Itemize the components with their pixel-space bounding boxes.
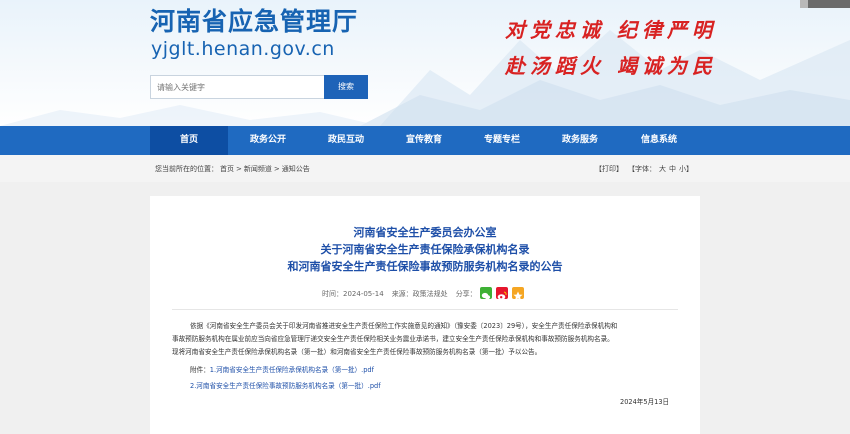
slogan-line-2: 赴汤蹈火 竭诚为民 bbox=[505, 54, 717, 78]
article-date: 2024年5月13日 bbox=[620, 398, 670, 406]
attachment-2-link[interactable]: 2.河南省安全生产责任保险事故预防服务机构名录（第一批）.pdf bbox=[190, 382, 381, 390]
article-time: 时间：2024-05-14 bbox=[322, 290, 384, 298]
article-paragraph-line-3: 现将河南省安全生产责任保险承保机构名录（第一批）和河南省安全生产责任保险事故预防… bbox=[172, 348, 542, 356]
nav-item-systems[interactable]: 信息系统 bbox=[619, 126, 699, 155]
nav-item-interaction[interactable]: 政民互动 bbox=[307, 126, 385, 155]
attachment-2-row: 2.河南省安全生产责任保险事故预防服务机构名录（第一批）.pdf bbox=[190, 380, 381, 390]
site-domain: yjglt.henan.gov.cn bbox=[151, 38, 335, 60]
breadcrumb-separator: > bbox=[273, 165, 280, 173]
article-meta: 时间：2024-05-14 来源：政策法规处 分享： bbox=[322, 289, 485, 299]
attachment-label: 附件： bbox=[190, 366, 210, 374]
nav-item-services[interactable]: 政务服务 bbox=[541, 126, 619, 155]
window-control-bar[interactable] bbox=[808, 0, 850, 8]
article-title-line-1: 河南省安全生产委员会办公室 bbox=[353, 226, 497, 239]
slogan-line-1: 对党忠诚 纪律严明 bbox=[505, 18, 717, 42]
article-paragraph-line-1: 依据《河南省安全生产委员会关于印发河南省推进安全生产责任保险工作实施意见的通知》… bbox=[190, 322, 618, 330]
breadcrumb-item-news[interactable]: 新闻频道 bbox=[244, 165, 272, 173]
weibo-share-icon[interactable] bbox=[496, 287, 508, 300]
wechat-share-icon[interactable] bbox=[480, 287, 492, 300]
qzone-share-icon[interactable] bbox=[512, 287, 524, 301]
attachment-1-link[interactable]: 1.河南省安全生产责任保险承保机构名录（第一批）.pdf bbox=[210, 366, 374, 374]
font-size-close: 】 bbox=[686, 165, 693, 173]
article-source: 来源：政策法规处 bbox=[391, 290, 448, 298]
nav-item-home[interactable]: 首页 bbox=[150, 126, 228, 155]
search-input[interactable] bbox=[150, 75, 325, 99]
breadcrumb-item-home[interactable]: 首页 bbox=[220, 165, 234, 173]
article-paragraph-line-2: 事故预防服务机构在属业前应当向省应急管理厅递交安全生产责任保险相关业务震业承诺书… bbox=[172, 335, 614, 343]
nav-item-education[interactable]: 宣传教育 bbox=[385, 126, 463, 155]
nav-item-gov-affairs[interactable]: 政务公开 bbox=[229, 126, 307, 155]
site-header: 河南省应急管理厅 yjglt.henan.gov.cn 对党忠诚 纪律严明 赴汤… bbox=[0, 0, 850, 126]
share-label: 分享： bbox=[455, 290, 477, 298]
mountain-background bbox=[0, 30, 850, 126]
breadcrumb-bar: 您当前所在的位置： 首页 > 新闻频道 > 通知公告 【打印】 【字体：大中小】 bbox=[0, 155, 850, 182]
site-title: 河南省应急管理厅 bbox=[150, 7, 359, 36]
article-title-line-3: 和河南省安全生产责任保险事故预防服务机构名录的公告 bbox=[287, 260, 563, 273]
font-size-medium[interactable]: 中 bbox=[669, 165, 676, 173]
article-divider bbox=[172, 309, 678, 310]
breadcrumb-separator: > bbox=[236, 165, 242, 173]
article-title-line-2: 关于河南省安全生产责任保险承保机构名录 bbox=[320, 243, 530, 256]
article-card: 河南省安全生产委员会办公室 关于河南省安全生产责任保险承保机构名录 和河南省安全… bbox=[150, 196, 700, 434]
window-control-minimize[interactable] bbox=[800, 0, 808, 8]
font-size-large[interactable]: 大 bbox=[659, 165, 666, 173]
font-size-tools: 【字体：大中小】 bbox=[628, 164, 693, 174]
print-button[interactable]: 【打印】 bbox=[595, 164, 623, 174]
search-button[interactable]: 搜索 bbox=[324, 75, 368, 99]
main-nav: 首页 政务公开 政民互动 宣传教育 专题专栏 政务服务 信息系统 bbox=[0, 126, 850, 155]
attachment-1-row: 附件：1.河南省安全生产责任保险承保机构名录（第一批）.pdf bbox=[190, 364, 374, 374]
font-size-small[interactable]: 小 bbox=[679, 165, 686, 173]
breadcrumb-item-notices[interactable]: 通知公告 bbox=[282, 165, 310, 173]
font-size-label: 【字体： bbox=[628, 165, 656, 173]
nav-item-special[interactable]: 专题专栏 bbox=[463, 126, 541, 155]
breadcrumb-prefix: 您当前所在的位置： bbox=[155, 165, 218, 173]
breadcrumb: 您当前所在的位置： 首页 > 新闻频道 > 通知公告 bbox=[155, 164, 312, 174]
